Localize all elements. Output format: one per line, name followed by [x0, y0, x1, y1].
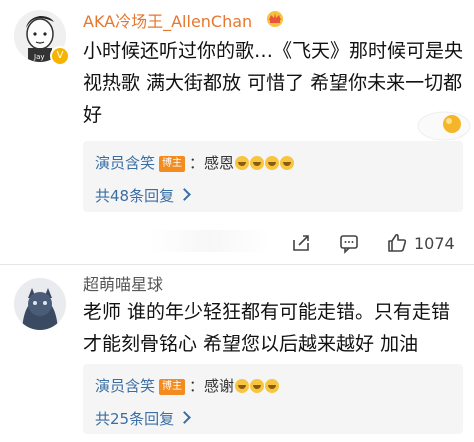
- comment-text: 小时候还听过你的歌…《飞天》那时候可是央视热歌 满大街都放 可惜了 希望你未来一…: [83, 40, 464, 126]
- egg-emoji-icon: [417, 111, 471, 141]
- username[interactable]: 超萌喵星球: [83, 271, 163, 295]
- reply-line: 演员含笑 博主 ：感谢: [95, 375, 280, 396]
- reply-preview[interactable]: 演员含笑 博主 ：感恩 共48条回复: [83, 141, 463, 212]
- avatar[interactable]: [14, 278, 66, 330]
- reply-line: 演员含笑 博主 ：感恩: [95, 152, 295, 173]
- verified-badge-icon: V: [50, 46, 70, 66]
- crying-emoji-icon: [250, 379, 265, 393]
- crying-emoji-icon: [265, 156, 280, 170]
- comment-icon: [340, 235, 358, 254]
- crying-emoji-icon: [250, 156, 265, 170]
- crying-emoji-icon: [235, 379, 250, 393]
- username[interactable]: AKA冷场王_AllenChan: [83, 8, 252, 32]
- reply-count: 共25条回复: [95, 410, 175, 428]
- chevron-right-icon: [178, 188, 191, 201]
- comment-button[interactable]: [338, 232, 360, 254]
- reply-author[interactable]: 演员含笑: [95, 377, 155, 395]
- like-count: 1074: [414, 233, 455, 253]
- crying-emoji-icon: [265, 379, 280, 393]
- crown-icon: [267, 11, 283, 27]
- author-badge: 博主: [159, 379, 186, 395]
- comment-text: 老师 谁的年少轻狂都有可能走错。只有走错才能刻骨铭心 希望您以后越来越好 加油: [83, 301, 451, 355]
- reply-text: ：感恩: [189, 154, 235, 172]
- reply-count: 共48条回复: [95, 187, 175, 205]
- svg-text:Jay: Jay: [33, 53, 45, 61]
- fade-decoration: [150, 230, 270, 252]
- view-replies-link[interactable]: 共25条回复: [95, 408, 191, 429]
- share-button[interactable]: [290, 232, 312, 254]
- comment-actions: 1074: [290, 228, 474, 258]
- like-button[interactable]: 1074: [386, 232, 455, 254]
- chevron-right-icon: [178, 411, 191, 424]
- crying-emoji-icon: [235, 156, 250, 170]
- reply-text: ：感谢: [189, 377, 235, 395]
- share-icon: [293, 235, 309, 251]
- reply-author[interactable]: 演员含笑: [95, 154, 155, 172]
- comment-item: Jay V AKA冷场王_AllenChan 小时候还听过你的歌…《飞天》那时候…: [0, 0, 474, 265]
- author-badge: 博主: [159, 156, 186, 172]
- reply-preview[interactable]: 演员含笑 博主 ：感谢 共25条回复: [83, 364, 463, 434]
- crying-emoji-icon: [280, 156, 295, 170]
- like-icon: [388, 233, 407, 252]
- view-replies-link[interactable]: 共48条回复: [95, 185, 191, 206]
- comment-item: 超萌喵星球 老师 谁的年少轻狂都有可能走错。只有走错才能刻骨铭心 希望您以后越来…: [0, 265, 474, 442]
